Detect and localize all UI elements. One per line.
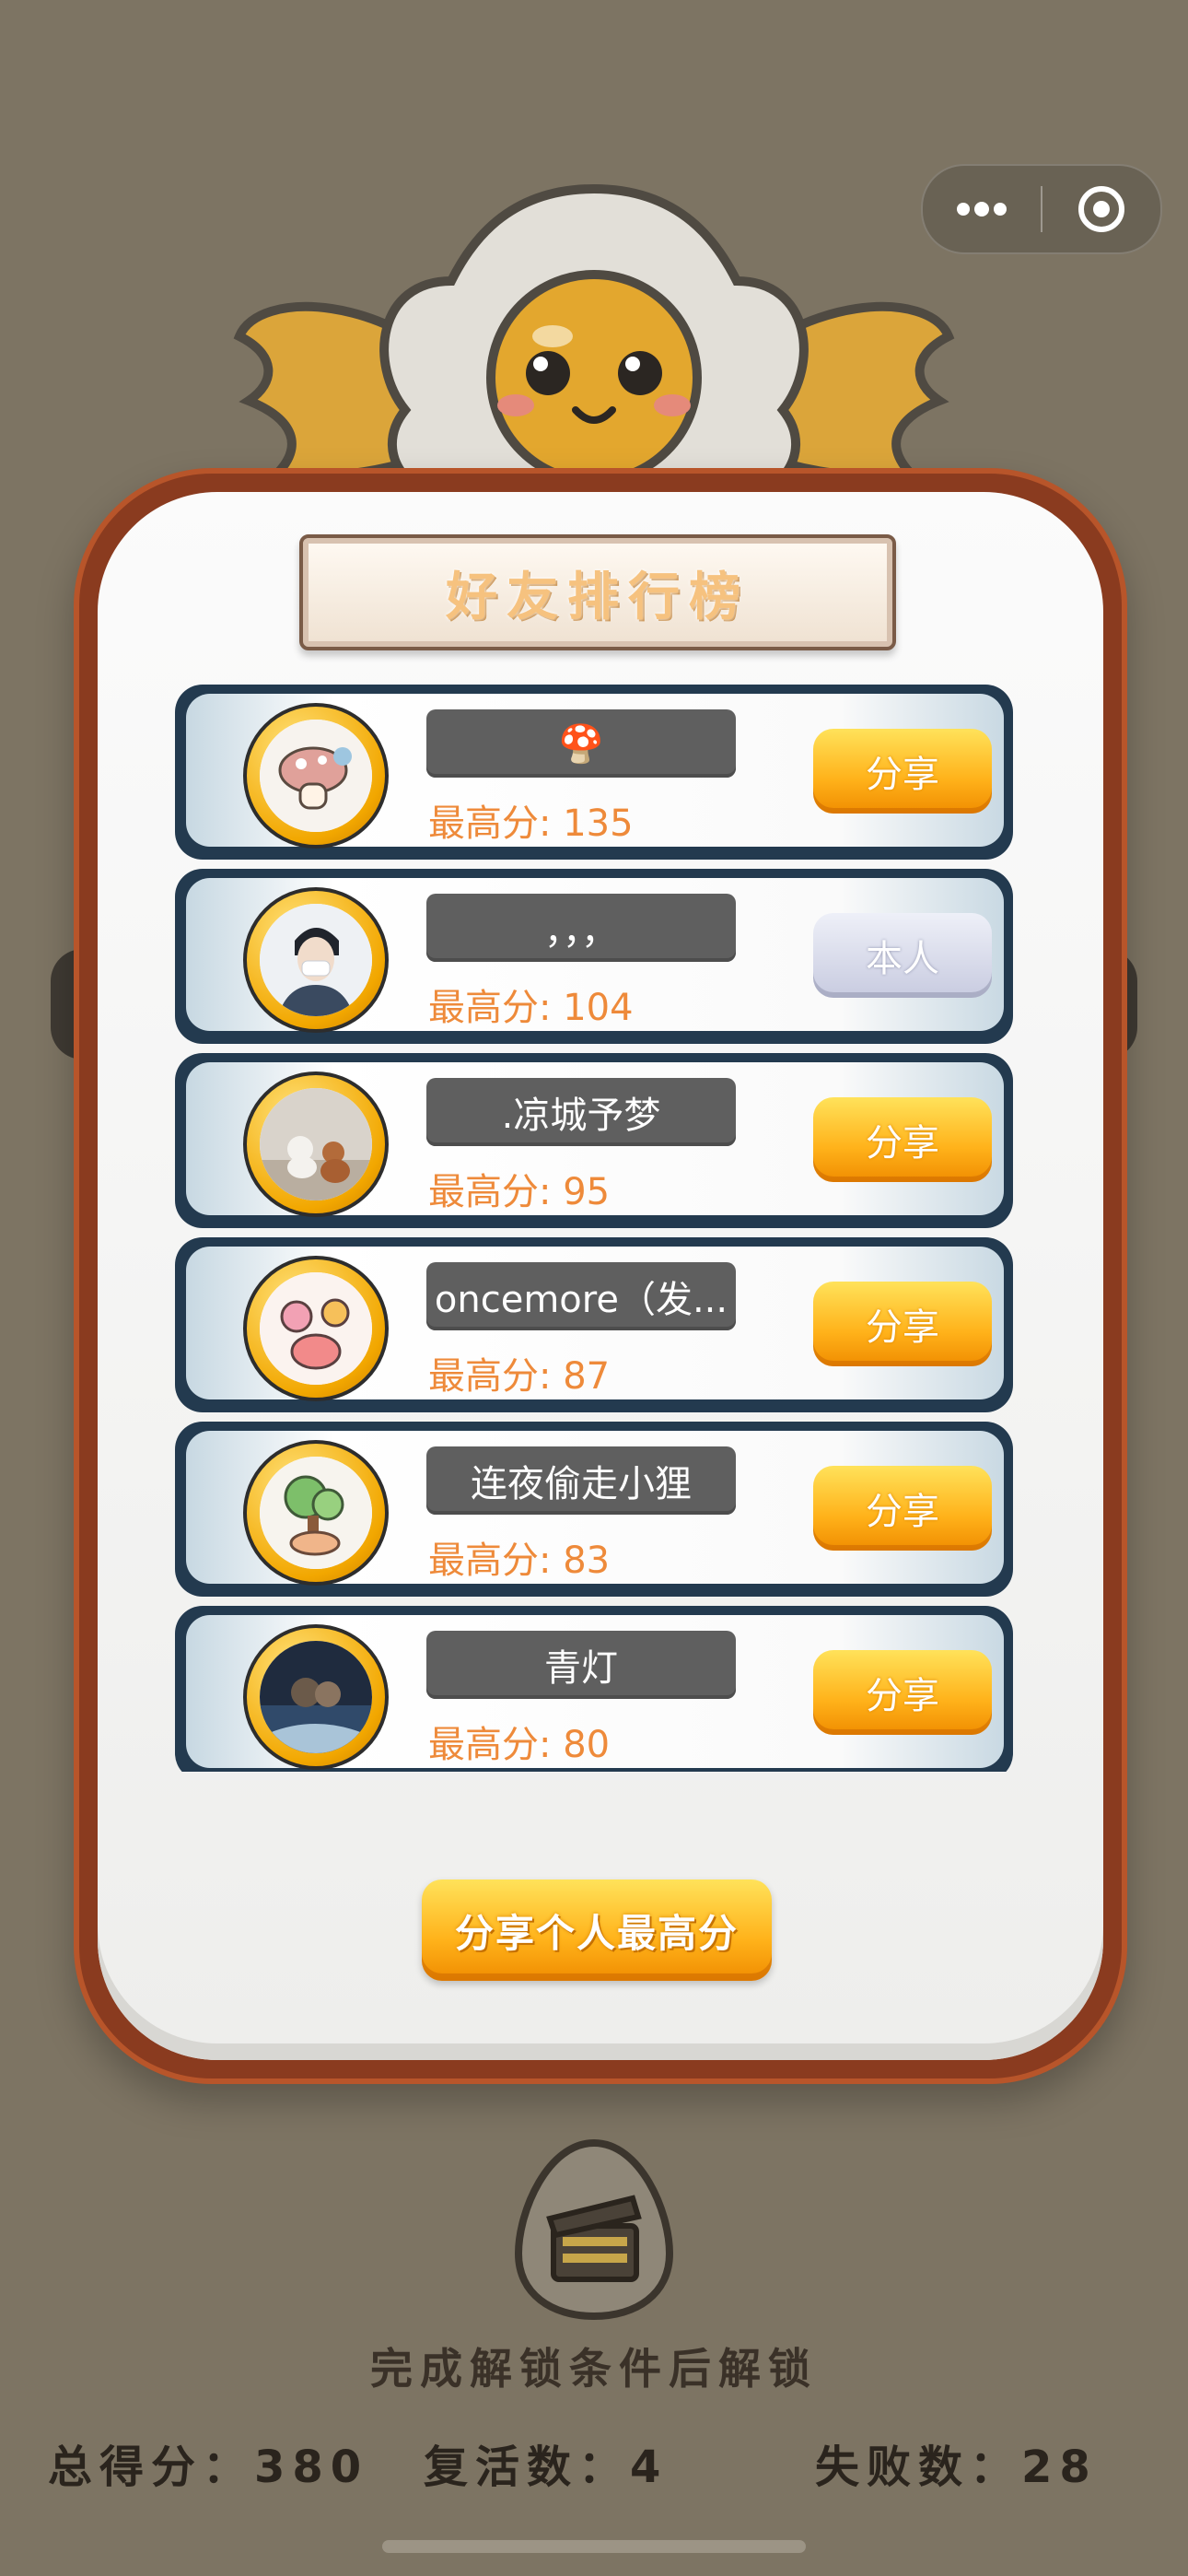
avatar — [243, 1624, 389, 1770]
avatar — [243, 1440, 389, 1586]
leaderboard-row: 青灯 最高分: 80 分享 — [175, 1606, 1013, 1772]
egg-mascot-icon — [233, 183, 955, 509]
leaderboard-row: .凉城予梦 最高分: 95 分享 — [175, 1053, 1013, 1228]
avatar — [243, 703, 389, 849]
self-indicator-button[interactable]: 本人 — [813, 913, 992, 998]
share-button[interactable]: 分享 — [813, 729, 992, 814]
player-name: 连夜偷走小狸 — [426, 1446, 736, 1515]
leaderboard-row: 连夜偷走小狸 最高分: 83 分享 — [175, 1422, 1013, 1597]
home-indicator[interactable] — [382, 2540, 806, 2553]
total-score-stat: 总得分：380 — [48, 2441, 369, 2493]
fail-count-stat: 失败数：28 — [815, 2441, 1098, 2493]
clapperboard-egg-icon — [514, 2138, 674, 2321]
leaderboard-title: 好友排行榜 — [446, 567, 750, 627]
share-button[interactable]: 分享 — [813, 1282, 992, 1366]
player-name: ，，， — [426, 894, 736, 962]
boy-avatar-icon — [260, 904, 372, 1016]
player-name: .凉城予梦 — [426, 1078, 736, 1146]
leaderboard-row: oncemore（发... 最高分: 87 分享 — [175, 1237, 1013, 1412]
dog-photo-avatar-icon — [260, 1088, 372, 1200]
leaderboard-row: ，，， 最高分: 104 本人 — [175, 869, 1013, 1044]
share-button[interactable]: 分享 — [813, 1097, 992, 1182]
avatar — [243, 1256, 389, 1401]
revive-count-stat: 复活数：4 — [424, 2441, 669, 2493]
player-name: oncemore（发... — [426, 1262, 736, 1330]
player-best-score: 最高分: 87 — [428, 1355, 611, 1398]
player-best-score: 最高分: 135 — [428, 802, 634, 845]
unlock-condition-text: 完成解锁条件后解锁 — [370, 2344, 818, 2394]
avatar — [243, 1071, 389, 1217]
share-button[interactable]: 分享 — [813, 1650, 992, 1735]
share-best-score-button[interactable]: 分享个人最高分 — [422, 1879, 772, 1981]
leaderboard-title-plate: 好友排行榜 — [299, 534, 896, 650]
game-screen: 好友排行榜 🍄 最高分: 135 分享 ，，， 最高分: 104 本人 .凉城予… — [0, 0, 1188, 2576]
player-best-score: 最高分: 83 — [428, 1540, 611, 1582]
player-name: 青灯 — [426, 1631, 736, 1699]
mushroom-avatar-icon — [260, 720, 372, 832]
player-best-score: 最高分: 104 — [428, 987, 634, 1029]
player-best-score: 最高分: 95 — [428, 1171, 611, 1213]
flower-avatar-icon — [260, 1272, 372, 1385]
tree-avatar-icon — [260, 1457, 372, 1569]
share-button[interactable]: 分享 — [813, 1466, 992, 1551]
avatar — [243, 887, 389, 1033]
close-miniprogram-button[interactable] — [1042, 166, 1160, 252]
target-close-icon — [1078, 186, 1124, 232]
player-name: 🍄 — [426, 709, 736, 778]
leaderboard-list[interactable]: 🍄 最高分: 135 分享 ，，， 最高分: 104 本人 .凉城予梦 最高分:… — [175, 685, 1013, 1772]
leaderboard-row: 🍄 最高分: 135 分享 — [175, 685, 1013, 860]
player-best-score: 最高分: 80 — [428, 1724, 611, 1766]
photo-avatar-icon — [260, 1641, 372, 1753]
